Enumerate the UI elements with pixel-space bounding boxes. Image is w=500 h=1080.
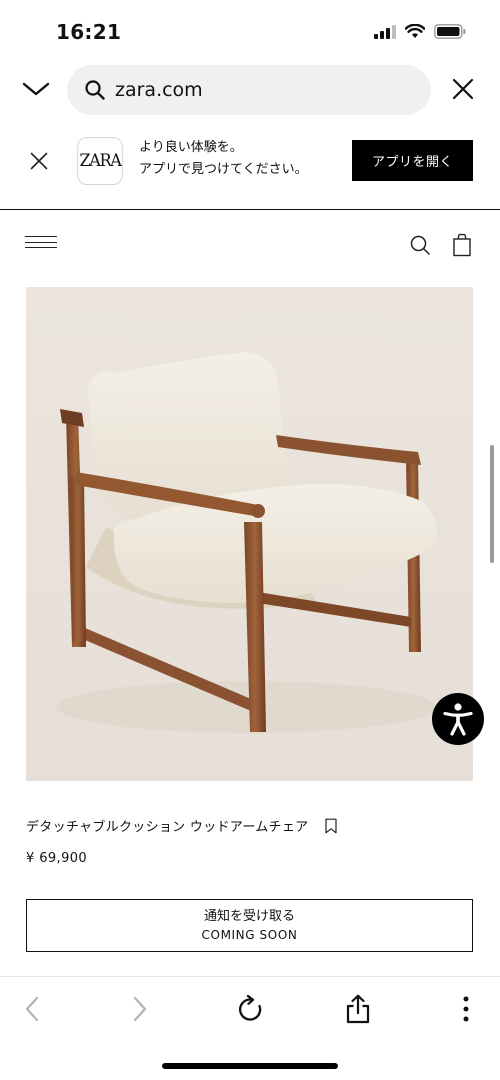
close-browser-button[interactable]: [448, 74, 478, 104]
accessibility-icon: [443, 703, 473, 736]
collapse-chevron-button[interactable]: [20, 74, 52, 104]
more-options-button[interactable]: [448, 991, 484, 1027]
shopping-bag-button[interactable]: [452, 233, 474, 259]
banner-close-button[interactable]: [26, 148, 52, 174]
zara-app-logo: ZARA: [77, 137, 123, 185]
more-icon: [463, 996, 469, 1022]
status-bar: 16:21: [0, 0, 500, 62]
banner-line-2: アプリで見つけてください。: [139, 162, 308, 177]
product-name-row: デタッチャブルクッション ウッドアームチェア: [26, 816, 476, 835]
app-install-banner: ZARA より良い体験を。 アプリで見つけてください。 アプリを開く: [0, 126, 500, 210]
forward-arrow-icon: [133, 996, 147, 1022]
notify-label: 通知を受け取る: [203, 909, 295, 924]
coming-soon-label: COMING SOON: [201, 928, 298, 942]
share-button[interactable]: [340, 991, 376, 1027]
forward-button[interactable]: [122, 991, 158, 1027]
product-image[interactable]: [26, 287, 473, 781]
accessibility-button[interactable]: [432, 693, 484, 745]
battery-icon: [434, 24, 466, 39]
site-search-button[interactable]: [409, 234, 433, 258]
product-price: ¥ 69,900: [26, 851, 88, 866]
shopping-bag-icon: [453, 233, 471, 257]
notify-me-button[interactable]: 通知を受け取る COMING SOON: [26, 899, 473, 952]
reload-button[interactable]: [232, 991, 268, 1027]
product-name: デタッチャブルクッション ウッドアームチェア: [26, 820, 309, 835]
home-indicator[interactable]: [162, 1063, 338, 1069]
signal-icon: [374, 24, 396, 39]
search-icon: [410, 235, 430, 255]
site-header: [0, 218, 500, 274]
hamburger-menu-icon[interactable]: [25, 236, 57, 254]
status-icons: [374, 24, 466, 39]
banner-message: より良い体験を。 アプリで見つけてください。: [139, 137, 308, 181]
wifi-icon: [405, 24, 425, 38]
back-arrow-icon: [25, 996, 39, 1022]
banner-line-1: より良い体験を。: [139, 140, 243, 155]
back-button[interactable]: [14, 991, 50, 1027]
address-bar[interactable]: zara.com: [67, 65, 431, 115]
url-text: zara.com: [115, 79, 203, 101]
armchair-illustration: [26, 287, 473, 781]
close-icon: [452, 78, 474, 100]
search-icon: [85, 80, 105, 100]
close-icon: [30, 152, 48, 170]
bookmark-icon[interactable]: [324, 818, 338, 834]
share-icon: [346, 994, 370, 1024]
browser-address-row: zara.com: [0, 62, 500, 118]
chevron-down-icon: [22, 82, 50, 96]
page-scroll-indicator[interactable]: [490, 445, 494, 563]
reload-icon: [238, 995, 262, 1021]
open-app-button[interactable]: アプリを開く: [352, 140, 473, 181]
status-time: 16:21: [56, 20, 122, 44]
